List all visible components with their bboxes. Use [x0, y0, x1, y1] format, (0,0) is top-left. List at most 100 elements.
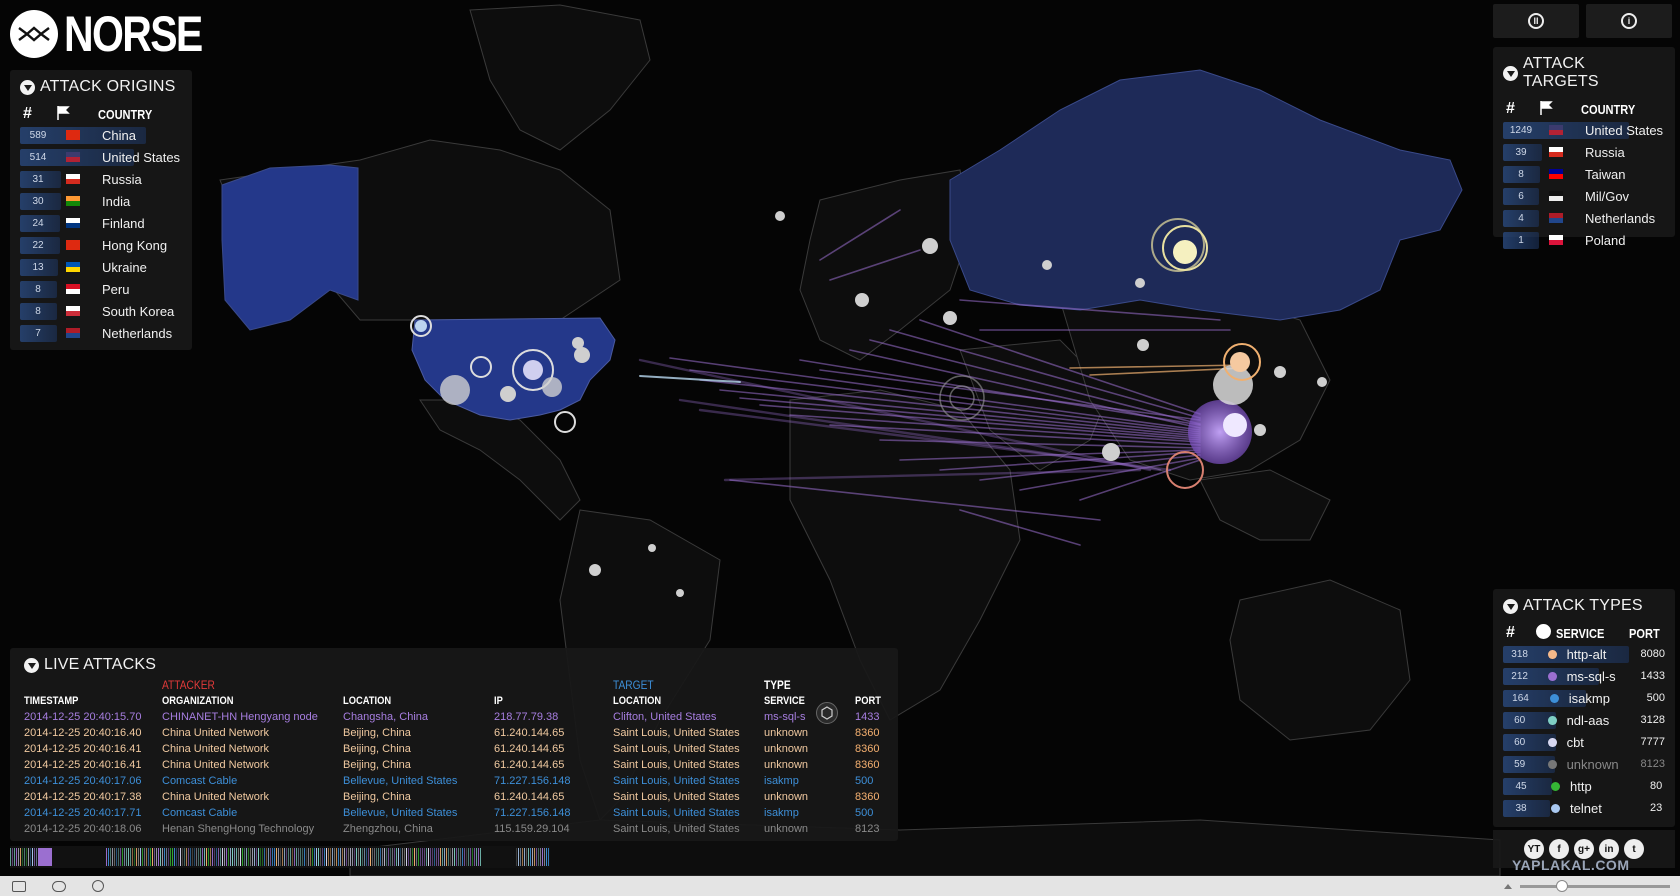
- attack-origins-title[interactable]: ATTACK ORIGINS: [20, 78, 182, 96]
- zoom-slider[interactable]: [1520, 879, 1670, 892]
- targets-row[interactable]: 8 Taiwan: [1503, 163, 1665, 185]
- timeline-tick: [158, 848, 159, 866]
- live-loc: Bellevue, United States: [343, 807, 458, 819]
- live-attack-row[interactable]: 2014-12-25 20:40:17.71 Comcast Cable Belle…: [10, 807, 880, 823]
- bottom-toolbar: [0, 876, 1680, 896]
- timeline-tick: [340, 848, 341, 866]
- origins-country: South Korea: [102, 303, 175, 319]
- targets-row[interactable]: 6 Mil/Gov: [1503, 185, 1665, 207]
- types-port: 1433: [1640, 670, 1665, 682]
- types-row[interactable]: 45 http 80: [1503, 775, 1665, 797]
- attack-timeline[interactable]: [10, 846, 550, 868]
- attack-origins-panel: ATTACK ORIGINS # COUNTRY 589 China 514 Unit…: [10, 70, 192, 350]
- live-attack-row[interactable]: 2014-12-25 20:40:17.38 China United Netwo…: [10, 791, 880, 807]
- live-attack-row[interactable]: 2014-12-25 20:40:16.41 China United Netwo…: [10, 743, 880, 759]
- timeline-tick: [438, 848, 439, 866]
- twitter-icon[interactable]: t: [1624, 839, 1644, 859]
- timeline-tick: [236, 848, 237, 866]
- live-attacks-title[interactable]: LIVE ATTACKS: [24, 656, 884, 674]
- types-row[interactable]: 60 ndl-aas 3128: [1503, 709, 1665, 731]
- origins-row[interactable]: 589 China: [20, 124, 182, 146]
- origins-row[interactable]: 13 Ukraine: [20, 256, 182, 278]
- timeline-tick: [156, 848, 157, 866]
- timeline-tick: [368, 848, 369, 866]
- types-port: 8123: [1640, 758, 1665, 770]
- facebook-icon[interactable]: f: [1549, 839, 1569, 859]
- live-port: 8123: [855, 823, 880, 835]
- norse-logo: NORSE: [10, 9, 232, 59]
- live-attack-row[interactable]: 2014-12-25 20:40:15.70 CHINANET-HN Hengya…: [10, 711, 880, 727]
- timeline-tick: [392, 848, 393, 866]
- timeline-tick: [350, 848, 351, 866]
- norse-emblem-icon: [10, 10, 58, 58]
- types-service: telnet: [1570, 800, 1602, 816]
- service-color-dot-icon: [1548, 715, 1557, 725]
- live-port: 8360: [855, 743, 880, 755]
- timeline-tick: [12, 848, 13, 866]
- types-row[interactable]: 38 telnet 23: [1503, 797, 1665, 819]
- live-ip: 61.240.144.65: [494, 743, 565, 755]
- origins-row[interactable]: 7 Netherlands: [20, 322, 182, 344]
- types-row[interactable]: 59 unknown 8123: [1503, 753, 1665, 775]
- timeline-tick: [452, 848, 453, 866]
- origins-count: 24: [32, 217, 44, 229]
- speed-icon[interactable]: [92, 880, 104, 892]
- types-port: 80: [1650, 780, 1663, 792]
- types-row[interactable]: 164 isakmp 500: [1503, 687, 1665, 709]
- origins-row[interactable]: 8 South Korea: [20, 300, 182, 322]
- live-tloc: Saint Louis, United States: [613, 727, 740, 739]
- timeline-tick: [400, 848, 401, 866]
- timeline-current-marker: [38, 848, 52, 866]
- timeline-tick: [260, 848, 261, 866]
- timeline-tick: [354, 848, 355, 866]
- origins-row[interactable]: 22 Hong Kong: [20, 234, 182, 256]
- timeline-tick: [420, 848, 421, 866]
- zoom-slider-handle[interactable]: [1556, 879, 1568, 892]
- targets-row[interactable]: 1249 United States: [1503, 119, 1665, 141]
- live-ts: 2014-12-25 20:40:17.06: [24, 775, 142, 787]
- live-tloc: Saint Louis, United States: [613, 743, 740, 755]
- type-label: TYPE: [764, 678, 791, 692]
- attack-targets-title[interactable]: ATTACK TARGETS: [1503, 55, 1665, 91]
- live-loc: Bellevue, United States: [343, 775, 458, 787]
- targets-country: Mil/Gov: [1585, 188, 1630, 204]
- types-row[interactable]: 212 ms-sql-s 1433: [1503, 665, 1665, 687]
- origins-row[interactable]: 31 Russia: [20, 168, 182, 190]
- live-port: 8360: [855, 727, 880, 739]
- timeline-tick: [306, 848, 307, 866]
- origins-row[interactable]: 24 Finland: [20, 212, 182, 234]
- timeline-tick: [536, 848, 537, 866]
- targets-row[interactable]: 4 Netherlands: [1503, 207, 1665, 229]
- targets-row[interactable]: 1 Poland: [1503, 229, 1665, 251]
- types-row[interactable]: 318 http-alt 8080: [1503, 643, 1665, 665]
- timeline-tick: [298, 848, 299, 866]
- live-attack-row[interactable]: 2014-12-25 20:40:17.06 Comcast Cable Belle…: [10, 775, 880, 791]
- origins-row[interactable]: 514 United States: [20, 146, 182, 168]
- targets-row[interactable]: 39 Russia: [1503, 141, 1665, 163]
- attack-types-title[interactable]: ATTACK TYPES: [1503, 597, 1665, 615]
- timeline-tick: [526, 848, 527, 866]
- google-plus-icon[interactable]: g+: [1574, 839, 1594, 859]
- origins-row[interactable]: 30 India: [20, 190, 182, 212]
- info-button[interactable]: i: [1586, 4, 1672, 38]
- live-svc: unknown: [764, 791, 809, 803]
- origins-country: India: [102, 193, 131, 209]
- live-attack-row[interactable]: 2014-12-25 20:40:16.41 China United Netwo…: [10, 759, 880, 775]
- pause-button[interactable]: II: [1493, 4, 1579, 38]
- zoom-out-icon[interactable]: [1504, 883, 1512, 889]
- timeline-tick: [304, 848, 305, 866]
- timeline-tick: [248, 848, 249, 866]
- youtube-icon[interactable]: YT: [1524, 839, 1544, 859]
- types-row[interactable]: 60 cbt 7777: [1503, 731, 1665, 753]
- live-attack-row[interactable]: 2014-12-25 20:40:16.40 China United Netwo…: [10, 727, 880, 743]
- origins-count: 514: [29, 151, 47, 163]
- timeline-tick: [422, 848, 423, 866]
- linkedin-icon[interactable]: in: [1599, 839, 1619, 859]
- timeline-tick: [472, 848, 473, 866]
- screen-icon[interactable]: [12, 880, 26, 892]
- cloud-icon[interactable]: [52, 880, 66, 892]
- timeline-tick: [268, 848, 269, 866]
- origins-row[interactable]: 8 Peru: [20, 278, 182, 300]
- targets-country: Poland: [1585, 232, 1626, 248]
- live-attack-row[interactable]: 2014-12-25 20:40:18.06 Henan ShengHong Te…: [10, 823, 880, 839]
